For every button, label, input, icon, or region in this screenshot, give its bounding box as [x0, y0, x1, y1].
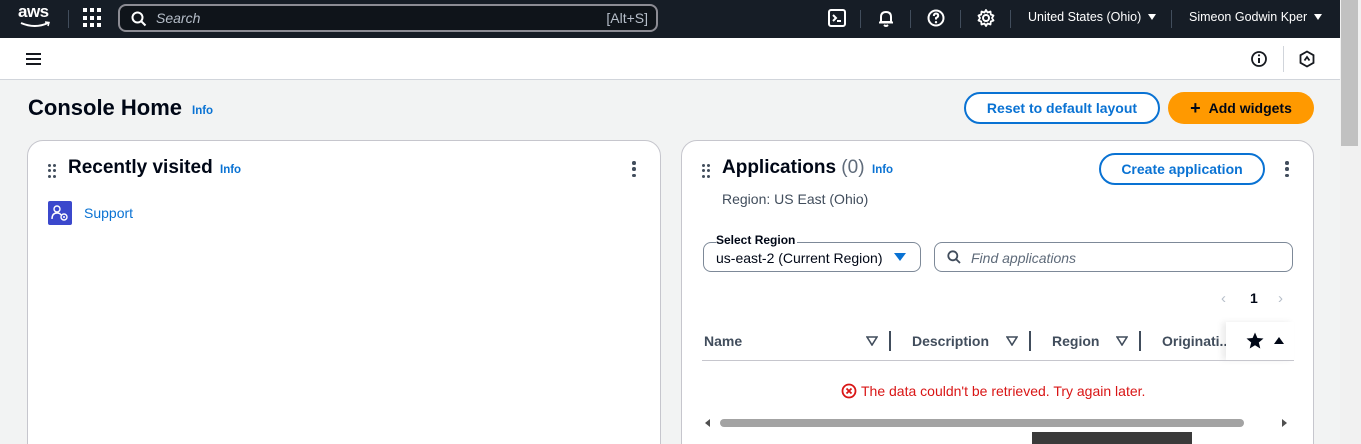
- applications-region-text: Region: US East (Ohio): [722, 191, 869, 207]
- subbar-divider: [1283, 46, 1284, 72]
- nav-divider: [68, 10, 69, 28]
- top-navigation: aws Search [Alt+S] United States (Ohio) …: [0, 0, 1340, 38]
- horizontal-scrollbar-thumb[interactable]: [720, 419, 1244, 427]
- settings-icon[interactable]: [976, 8, 996, 28]
- scrollbar-thumb[interactable]: [1341, 0, 1358, 146]
- sort-ascending-icon[interactable]: [1273, 336, 1285, 345]
- pagination-next-icon[interactable]: ›: [1278, 290, 1283, 307]
- info-circle-icon[interactable]: [1250, 50, 1268, 68]
- search-shortcut: [Alt+S]: [606, 10, 648, 26]
- recently-visited-support-link[interactable]: Support: [84, 205, 133, 221]
- applications-title-text: Applications: [722, 157, 837, 178]
- column-header-name[interactable]: Name: [704, 333, 742, 349]
- error-icon: [841, 383, 857, 399]
- select-region-label: Select Region: [716, 233, 798, 247]
- overlay-popup: [1032, 432, 1192, 444]
- nav-divider: [960, 10, 961, 28]
- chevron-down-icon: [1314, 14, 1323, 20]
- applications-title: Applications (0): [722, 157, 865, 179]
- column-header-description[interactable]: Description: [912, 333, 989, 349]
- find-applications-placeholder: Find applications: [971, 250, 1077, 266]
- amazon-q-icon[interactable]: [1298, 50, 1316, 68]
- nav-divider: [910, 10, 911, 28]
- menu-icon[interactable]: [26, 53, 41, 65]
- cloudshell-icon[interactable]: [827, 8, 847, 28]
- aws-smile-icon: [20, 21, 50, 27]
- nav-divider: [1010, 10, 1011, 28]
- page-scrollbar[interactable]: [1340, 0, 1361, 444]
- region-selector[interactable]: United States (Ohio): [1028, 10, 1157, 24]
- aws-logo[interactable]: aws: [18, 3, 54, 33]
- search-placeholder: Search: [156, 10, 201, 26]
- column-header-origination[interactable]: Originati...: [1162, 333, 1228, 349]
- support-icon: [48, 201, 72, 225]
- console-subbar: [0, 38, 1340, 80]
- table-header-divider: [702, 360, 1294, 361]
- column-header-region[interactable]: Region: [1052, 333, 1099, 349]
- caret-down-icon: [894, 253, 906, 261]
- nav-divider: [1171, 10, 1172, 28]
- sort-icon[interactable]: [1116, 336, 1128, 346]
- region-label: United States (Ohio): [1028, 10, 1142, 24]
- drag-handle-icon[interactable]: [702, 164, 710, 178]
- add-widgets-label: Add widgets: [1208, 100, 1292, 116]
- column-divider[interactable]: [889, 331, 891, 351]
- info-link[interactable]: Info: [192, 105, 213, 117]
- add-widgets-button[interactable]: + Add widgets: [1168, 92, 1314, 124]
- page-title: Console Home: [28, 95, 183, 120]
- favorites-column: [1226, 322, 1294, 360]
- search-icon: [947, 250, 961, 264]
- search-icon: [131, 11, 147, 27]
- pagination-page-number[interactable]: 1: [1250, 290, 1258, 306]
- table-horizontal-scrollbar[interactable]: [704, 418, 1288, 428]
- column-divider[interactable]: [1029, 331, 1031, 351]
- help-icon[interactable]: [926, 8, 946, 28]
- reset-layout-button[interactable]: Reset to default layout: [964, 92, 1160, 124]
- chevron-down-icon: [1148, 14, 1157, 20]
- search-bar[interactable]: Search [Alt+S]: [118, 4, 658, 32]
- account-menu[interactable]: Simeon Godwin Kper: [1189, 10, 1323, 24]
- recently-visited-widget: [27, 140, 661, 444]
- sort-icon[interactable]: [866, 336, 878, 346]
- plus-icon: +: [1190, 98, 1201, 118]
- region-select-value: us-east-2 (Current Region): [716, 250, 883, 266]
- user-name: Simeon Godwin Kper: [1189, 10, 1308, 24]
- more-options-icon[interactable]: [1285, 161, 1289, 177]
- drag-handle-icon[interactable]: [48, 164, 56, 178]
- star-icon[interactable]: [1246, 332, 1264, 349]
- create-application-button[interactable]: Create application: [1099, 153, 1265, 185]
- more-options-icon[interactable]: [632, 161, 636, 177]
- info-link[interactable]: Info: [872, 164, 893, 176]
- scroll-right-icon[interactable]: [1280, 419, 1288, 427]
- pagination-prev-icon[interactable]: ‹: [1221, 290, 1226, 307]
- scroll-left-icon[interactable]: [704, 419, 712, 427]
- column-divider[interactable]: [1139, 331, 1141, 351]
- services-grid-icon[interactable]: [83, 8, 103, 28]
- nav-divider: [860, 10, 861, 28]
- aws-logo-text: aws: [18, 2, 49, 21]
- sort-icon[interactable]: [1006, 336, 1018, 346]
- error-text: The data couldn't be retrieved. Try agai…: [861, 383, 1146, 399]
- recently-visited-title: Recently visited: [68, 157, 213, 178]
- info-link[interactable]: Info: [220, 164, 241, 176]
- bell-icon[interactable]: [876, 8, 896, 28]
- applications-count: (0): [841, 157, 865, 178]
- error-message: The data couldn't be retrieved. Try agai…: [841, 383, 1145, 399]
